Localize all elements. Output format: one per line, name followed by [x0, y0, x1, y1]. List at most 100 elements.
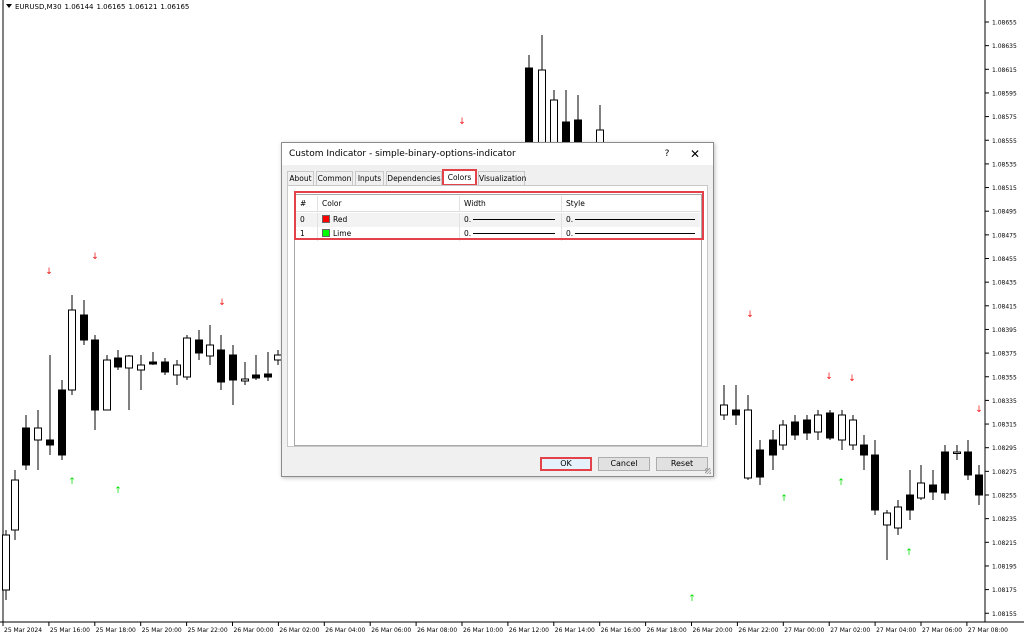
- dialog-titlebar[interactable]: Custom Indicator - simple-binary-options…: [282, 143, 713, 165]
- tab-common[interactable]: Common: [316, 171, 353, 186]
- up-arrow-icon: ↑: [688, 594, 696, 604]
- row-index: 0: [296, 213, 318, 227]
- bullish-candle: [2, 534, 10, 591]
- bearish-candle: [46, 439, 54, 446]
- row-width-cell[interactable]: 0.: [460, 227, 562, 241]
- bullish-candle: [103, 359, 111, 411]
- bearish-candle: [906, 494, 914, 511]
- price-axis-label: 1.08235: [992, 516, 1017, 523]
- bullish-candle: [779, 424, 787, 446]
- up-arrow-icon: ↑: [905, 548, 913, 558]
- help-button[interactable]: ?: [660, 147, 674, 161]
- price-axis-label: 1.08355: [992, 374, 1017, 381]
- time-axis-label: 25 Mar 18:00: [96, 627, 136, 634]
- bearish-candle: [252, 374, 260, 379]
- tab-inputs[interactable]: Inputs: [355, 171, 384, 186]
- table-row[interactable]: 1 Lime 0. 0.: [296, 227, 700, 241]
- price-axis-label: 1.08555: [992, 138, 1017, 145]
- bullish-candle: [744, 409, 752, 479]
- price-axis-label: 1.08515: [992, 185, 1017, 192]
- bullish-candle: [34, 427, 42, 441]
- price-axis-label: 1.08155: [992, 611, 1017, 618]
- price-axis-label: 1.08635: [992, 43, 1017, 50]
- time-axis-label: 27 Mar 04:00: [876, 627, 916, 634]
- up-arrow-icon: ↑: [780, 494, 788, 504]
- time-axis-label: 25 Mar 20:00: [142, 627, 182, 634]
- price-axis-label: 1.08475: [992, 232, 1017, 239]
- bearish-candle: [91, 339, 99, 411]
- tab-dependencies[interactable]: Dependencies: [386, 171, 442, 186]
- row-width-value: 0.: [464, 215, 472, 224]
- price-axis-label: 1.08575: [992, 114, 1017, 121]
- red-swatch: [322, 215, 330, 223]
- close-button[interactable]: ✕: [687, 146, 703, 162]
- row-style-value: 0.: [566, 215, 574, 224]
- bearish-candle: [929, 484, 937, 493]
- bearish-candle: [975, 474, 983, 496]
- time-axis-label: 27 Mar 08:00: [968, 627, 1008, 634]
- price-axis-label: 1.08195: [992, 563, 1017, 570]
- tab-visualization[interactable]: Visualization: [478, 171, 526, 186]
- row-width-cell[interactable]: 0.: [460, 213, 562, 227]
- bearish-candle: [791, 421, 799, 436]
- style-line-sample: [575, 219, 695, 220]
- price-axis-label: 1.08535: [992, 161, 1017, 168]
- bearish-candle: [803, 419, 811, 434]
- price-axis-label: 1.08655: [992, 20, 1017, 27]
- row-style-cell[interactable]: 0.: [562, 213, 700, 227]
- lime-swatch: [322, 229, 330, 237]
- price-axis-label: 1.08335: [992, 398, 1017, 405]
- ok-button[interactable]: OK: [540, 457, 592, 471]
- bullish-candle: [183, 337, 191, 378]
- tab-colors[interactable]: Colors: [442, 169, 477, 186]
- chart-menu-triangle-icon[interactable]: [6, 4, 12, 8]
- table-row[interactable]: 0 Red 0. 0.: [296, 213, 700, 227]
- time-axis-label: 26 Mar 04:00: [325, 627, 365, 634]
- bearish-candle: [80, 314, 88, 341]
- row-color-cell[interactable]: Lime: [318, 227, 460, 241]
- price-axis-label: 1.08495: [992, 209, 1017, 216]
- time-axis-label: 26 Mar 08:00: [417, 627, 457, 634]
- bullish-candle: [814, 414, 822, 433]
- resize-grip-icon[interactable]: [705, 468, 711, 474]
- price-axis-label: 1.08595: [992, 90, 1017, 97]
- price-axis-label: 1.08395: [992, 327, 1017, 334]
- cancel-button[interactable]: Cancel: [598, 457, 650, 471]
- bullish-candle: [68, 309, 76, 391]
- down-arrow-icon: ↓: [848, 374, 856, 384]
- bearish-candle: [860, 444, 868, 456]
- up-arrow-icon: ↑: [837, 478, 845, 488]
- down-arrow-icon: ↓: [218, 298, 226, 308]
- bullish-candle: [953, 451, 961, 454]
- bearish-candle: [871, 454, 879, 511]
- dialog-buttons: OK Cancel Reset: [282, 453, 713, 473]
- time-axis-label: 27 Mar 06:00: [922, 627, 962, 634]
- tab-about[interactable]: About: [287, 171, 314, 186]
- colors-table: # Color Width Style 0 Red 0. 0. 1 Lime 0…: [294, 194, 702, 446]
- price-axis-label: 1.08435: [992, 280, 1017, 287]
- bullish-candle: [849, 419, 857, 446]
- bearish-candle: [264, 373, 272, 378]
- chart-low: 1.06121: [128, 3, 158, 11]
- down-arrow-icon: ↓: [91, 252, 99, 262]
- bullish-candle: [720, 404, 728, 416]
- col-header-width: Width: [460, 196, 562, 211]
- width-line-sample: [473, 219, 555, 220]
- custom-indicator-dialog: Custom Indicator - simple-binary-options…: [281, 142, 714, 477]
- reset-button[interactable]: Reset: [656, 457, 708, 471]
- bearish-candle: [732, 409, 740, 416]
- price-axis-label: 1.08215: [992, 540, 1017, 547]
- price-axis-label: 1.08455: [992, 256, 1017, 263]
- time-axis-label: 26 Mar 00:00: [234, 627, 274, 634]
- price-axis-label: 1.08615: [992, 67, 1017, 74]
- price-axis-label: 1.08375: [992, 351, 1017, 358]
- chart-high: 1.06165: [96, 3, 126, 11]
- row-index: 1: [296, 227, 318, 241]
- down-arrow-icon: ↓: [45, 267, 53, 277]
- row-color-cell[interactable]: Red: [318, 213, 460, 227]
- up-arrow-icon: ↑: [114, 486, 122, 496]
- row-style-cell[interactable]: 0.: [562, 227, 700, 241]
- table-header: # Color Width Style: [296, 196, 700, 212]
- price-axis-label: 1.08415: [992, 303, 1017, 310]
- bearish-candle: [964, 451, 972, 476]
